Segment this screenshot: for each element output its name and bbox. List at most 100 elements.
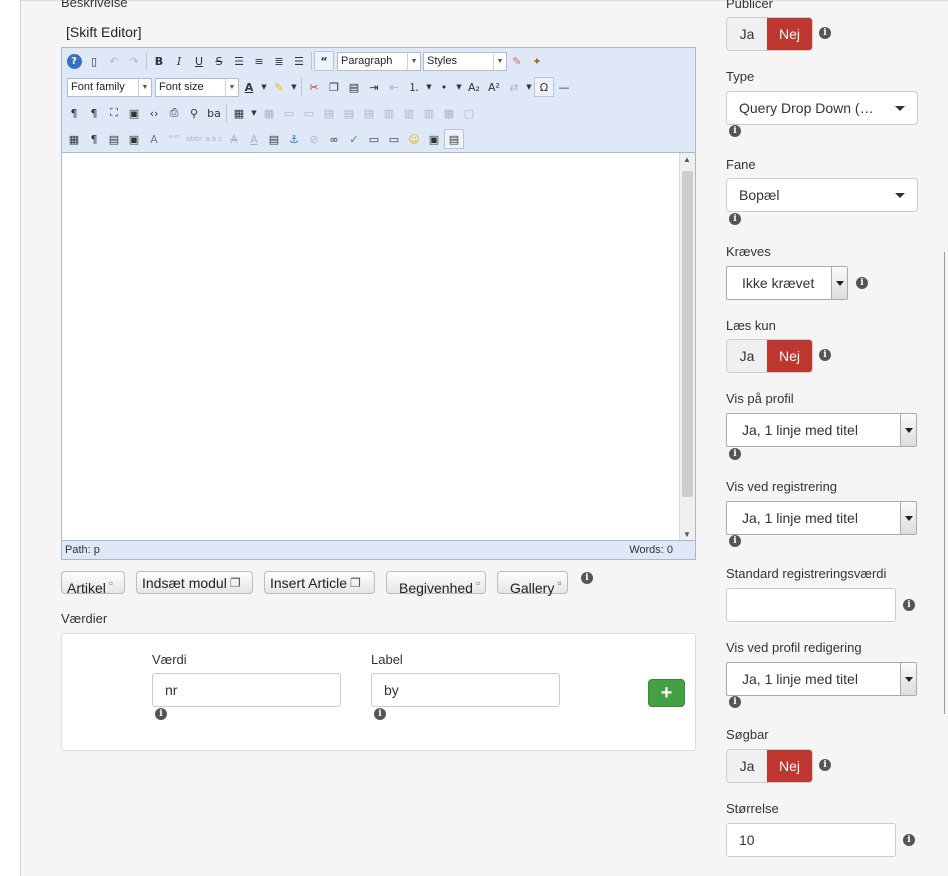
align-right-icon[interactable]: ☰ xyxy=(289,51,309,71)
find-icon[interactable]: ⚲ xyxy=(184,103,204,123)
col-before-icon[interactable]: ▥ xyxy=(379,103,399,123)
row-before-icon[interactable]: ▭ xyxy=(279,103,299,123)
col-after-icon[interactable]: ▥ xyxy=(399,103,419,123)
attributes-icon[interactable]: ▤ xyxy=(264,129,284,149)
highlight-color-icon[interactable]: ✎ xyxy=(269,77,289,97)
new-document-icon[interactable]: ▯ xyxy=(84,51,104,71)
info-icon[interactable]: i xyxy=(903,599,915,611)
scroll-up-icon[interactable]: ▲ xyxy=(683,155,691,164)
cut-icon[interactable]: ✂ xyxy=(304,77,324,97)
editor-scrollbar[interactable]: ▲ ▼ xyxy=(679,153,695,541)
soegbar-yes-button[interactable]: Ja xyxy=(727,750,767,782)
template-icon[interactable]: ▤ xyxy=(104,129,124,149)
superscript-icon[interactable]: A² xyxy=(484,77,504,97)
code-icon[interactable]: ‹› xyxy=(144,103,164,123)
visual-aid-icon[interactable]: ▦ xyxy=(64,129,84,149)
chevron-down-icon[interactable]: ▼ xyxy=(524,77,534,97)
bold-icon[interactable]: B xyxy=(149,51,169,71)
indent-icon[interactable]: ⇥ xyxy=(364,77,384,97)
image-icon[interactable]: ▣ xyxy=(424,129,444,149)
chevron-down-icon[interactable]: ▼ xyxy=(424,77,434,97)
subscript-icon[interactable]: A₂ xyxy=(464,77,484,97)
outdent-icon[interactable]: ⇤ xyxy=(384,77,404,97)
split-cells-icon[interactable]: ▢ xyxy=(459,103,479,123)
publicer-no-button[interactable]: Nej xyxy=(767,18,812,50)
publicer-yes-button[interactable]: Ja xyxy=(727,18,767,50)
bullet-list-icon[interactable]: • xyxy=(434,77,454,97)
link-icon[interactable]: ∞ xyxy=(324,129,344,149)
info-icon[interactable]: i xyxy=(155,708,167,720)
page-scrollbar[interactable] xyxy=(944,252,948,714)
emoticon-icon[interactable]: ☺ xyxy=(404,129,424,149)
paste-icon[interactable]: ▤ xyxy=(344,77,364,97)
scroll-down-icon[interactable]: ▼ xyxy=(683,530,691,539)
special-char-icon[interactable]: Ω xyxy=(534,77,554,97)
vis-redig-select[interactable]: Ja, 1 linje med titel xyxy=(726,662,917,696)
kraeves-select[interactable]: Ikke krævet xyxy=(726,266,848,300)
insert-article-button[interactable]: Insert Article ❐ xyxy=(264,571,375,594)
value-input[interactable]: nr xyxy=(152,673,341,707)
text-color-icon[interactable]: A xyxy=(239,77,259,97)
info-icon[interactable]: i xyxy=(729,213,741,225)
merge-cells-icon[interactable]: ▦ xyxy=(439,103,459,123)
info-icon[interactable]: i xyxy=(374,708,386,720)
unlink-icon[interactable]: ⊘ xyxy=(304,129,324,149)
std-reg-input[interactable] xyxy=(726,588,896,622)
info-icon[interactable]: i xyxy=(729,448,741,460)
print-icon[interactable]: ⎙ xyxy=(164,103,184,123)
article-button[interactable]: Artikel ▫ xyxy=(61,571,125,596)
font-family-select[interactable]: Font family ▼ xyxy=(67,77,152,97)
paragraph-select[interactable]: Paragraph ▼ xyxy=(337,51,421,71)
acronym-icon[interactable]: a.b.c xyxy=(204,129,224,149)
font-size-select[interactable]: Font size ▼ xyxy=(155,77,239,97)
vis-reg-select[interactable]: Ja, 1 linje med titel xyxy=(726,501,917,535)
abbr-icon[interactable]: abbr xyxy=(184,129,204,149)
horizontal-rule-icon[interactable]: — xyxy=(554,77,574,97)
scroll-thumb[interactable] xyxy=(682,171,693,497)
styles-select[interactable]: Styles ▼ xyxy=(423,51,507,71)
redo-icon[interactable]: ↷ xyxy=(124,51,144,71)
chevron-down-icon[interactable]: ▼ xyxy=(454,77,464,97)
underline-icon[interactable]: U xyxy=(189,51,209,71)
type-select[interactable]: Query Drop Down (… xyxy=(726,91,918,125)
cite-icon[interactable]: “” xyxy=(164,129,184,149)
strikethrough-icon[interactable]: S xyxy=(209,51,229,71)
delete-table-icon[interactable]: ▦ xyxy=(259,103,279,123)
anchor-icon[interactable]: ⚓ xyxy=(284,129,304,149)
del-icon[interactable]: A xyxy=(224,129,244,149)
help-icon[interactable]: ? xyxy=(64,51,84,71)
label-input[interactable]: by xyxy=(371,673,560,707)
fullscreen-icon[interactable]: ⛶ xyxy=(104,103,124,123)
eraser-icon[interactable]: ✎ xyxy=(507,51,527,71)
info-icon[interactable]: i xyxy=(729,696,741,708)
insert-row-icon[interactable]: ▤ xyxy=(339,103,359,123)
spellcheck-icon[interactable]: ✓ xyxy=(344,129,364,149)
info-icon[interactable]: i xyxy=(903,834,915,846)
italic-icon[interactable]: I xyxy=(169,51,189,71)
style-props-icon[interactable]: A xyxy=(144,129,164,149)
preview-icon[interactable]: ▣ xyxy=(124,103,144,123)
align-center-icon[interactable]: ≡ xyxy=(249,51,269,71)
chevron-down-icon[interactable]: ▼ xyxy=(259,77,269,97)
info-icon[interactable]: i xyxy=(856,277,868,289)
page-break-icon[interactable]: ▭ xyxy=(384,129,404,149)
rtl-icon[interactable]: ¶ xyxy=(84,103,104,123)
gallery-button[interactable]: Gallery ▫ xyxy=(497,571,568,596)
info-icon[interactable]: i xyxy=(581,572,593,584)
blockquote-icon[interactable]: “ xyxy=(314,51,334,71)
replace-icon[interactable]: ba xyxy=(204,103,224,123)
row-after-icon[interactable]: ▭ xyxy=(299,103,319,123)
stoerrelse-input[interactable]: 10 xyxy=(726,823,896,857)
table-icon[interactable]: ▦ xyxy=(229,103,249,123)
copy-icon[interactable]: ❐ xyxy=(324,77,344,97)
chevron-down-icon[interactable]: ▼ xyxy=(249,103,259,123)
ordered-list-icon[interactable]: ⒈ xyxy=(404,77,424,97)
info-icon[interactable]: i xyxy=(729,125,741,137)
fane-select[interactable]: Bopæl xyxy=(726,178,918,212)
event-button[interactable]: Begivenhed ▫ xyxy=(386,571,486,596)
show-blocks-icon[interactable]: ¶ xyxy=(84,129,104,149)
add-value-button[interactable]: + xyxy=(648,679,685,707)
align-justify-icon[interactable]: ☰ xyxy=(229,51,249,71)
delete-col-icon[interactable]: ▥ xyxy=(419,103,439,123)
info-icon[interactable]: i xyxy=(819,759,831,771)
